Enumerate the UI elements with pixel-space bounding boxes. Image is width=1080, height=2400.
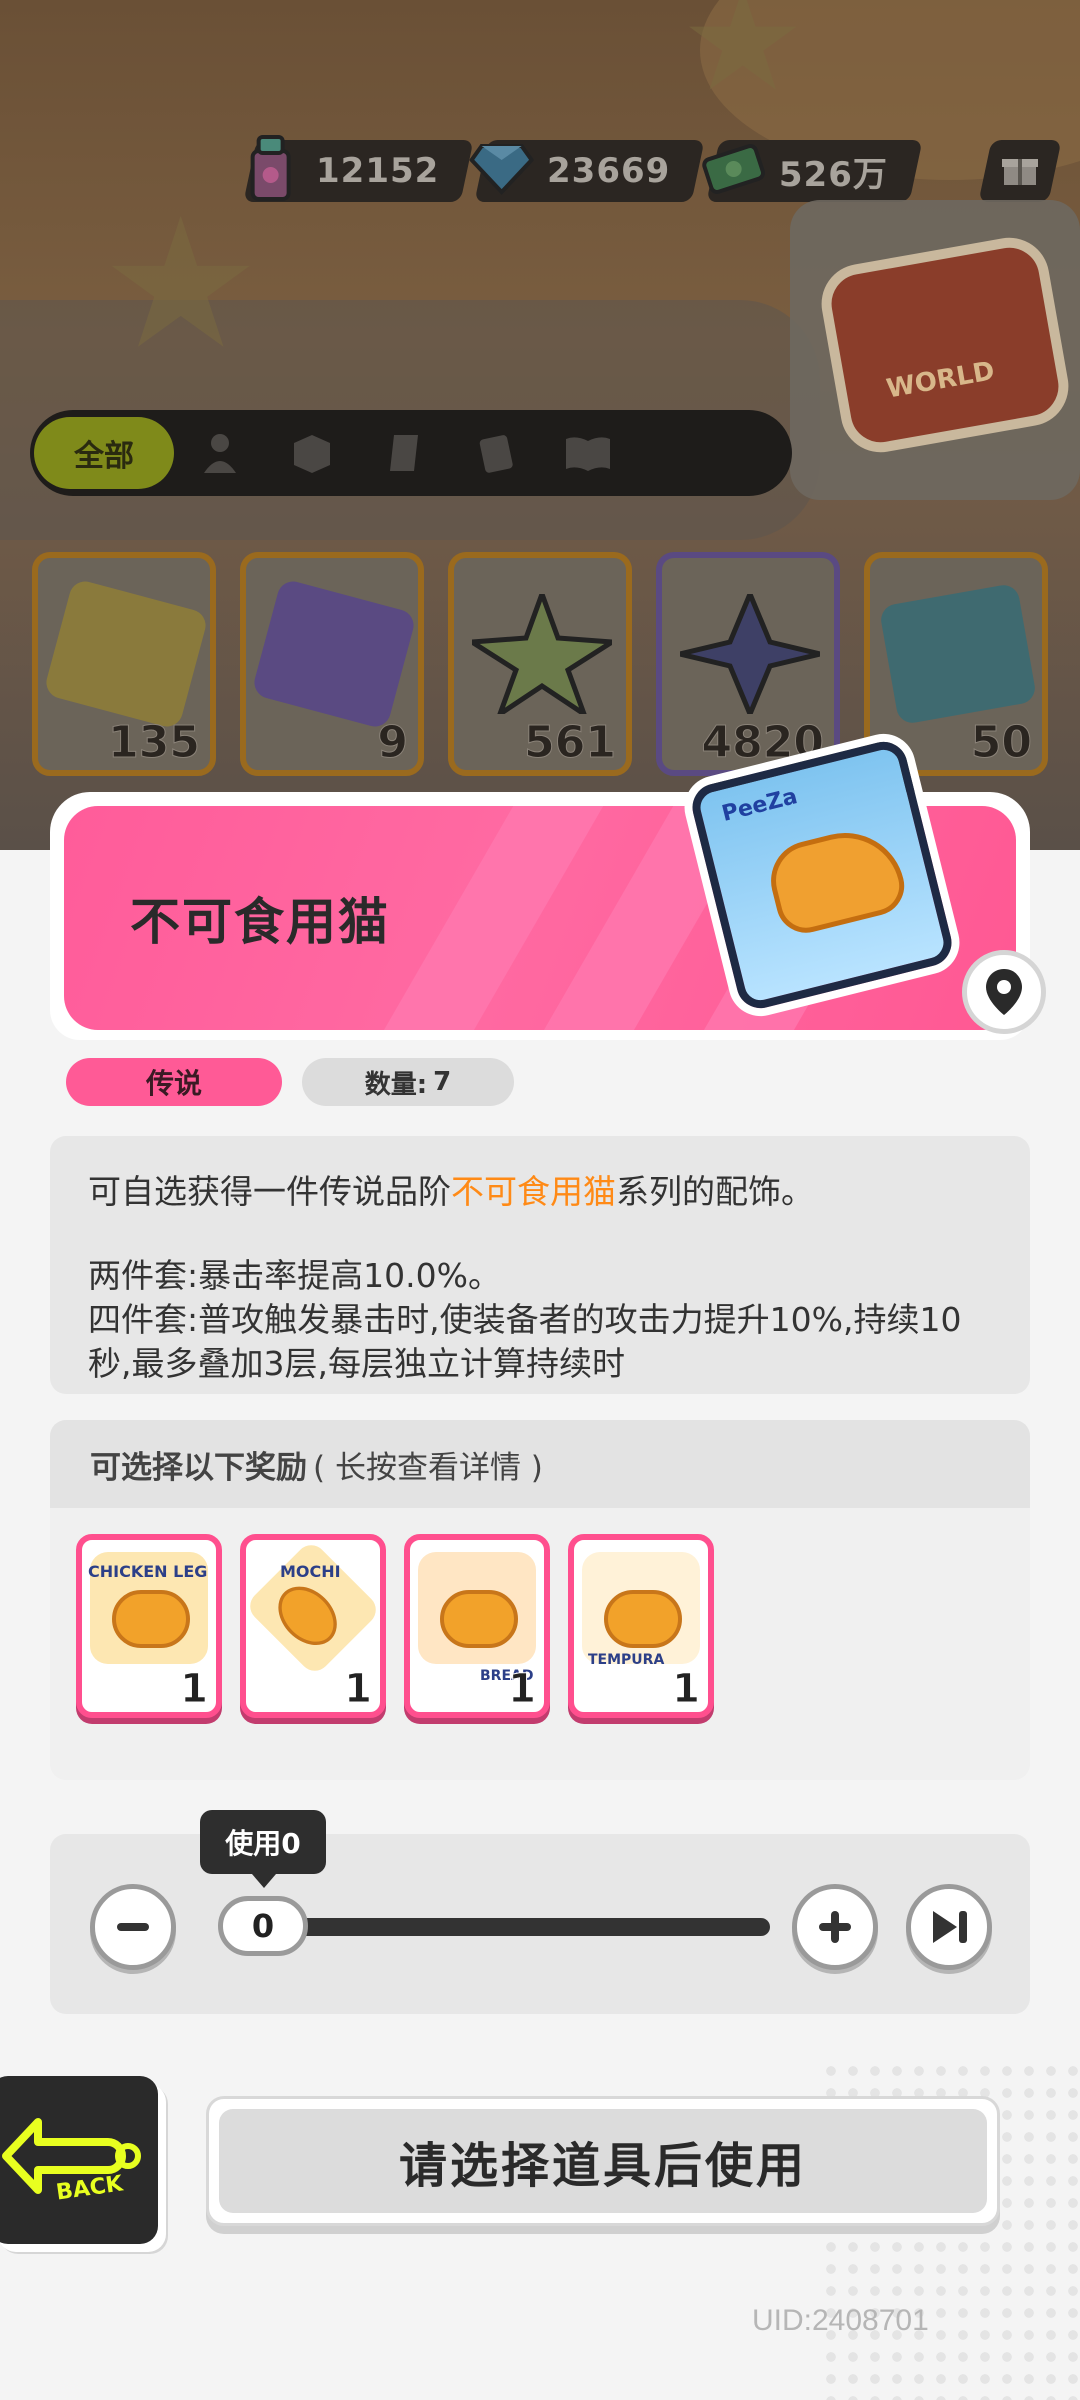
reward-item[interactable]: CHICKEN LEG 1	[76, 1534, 222, 1718]
mochi-icon	[246, 1540, 380, 1678]
tag-icon[interactable]	[358, 417, 450, 489]
star-decoration: ★	[100, 180, 262, 389]
ticket-icon	[42, 577, 210, 731]
pack-brand: PeeZa	[719, 784, 800, 827]
plus-icon	[819, 1911, 851, 1943]
increase-button[interactable]	[792, 1884, 878, 1970]
reward-header: 可选择以下奖励 ( 长按查看详情 )	[50, 1420, 1030, 1508]
person-icon[interactable]	[174, 417, 266, 489]
item-count: 9	[377, 717, 409, 769]
slider-thumb[interactable]: 0	[218, 1896, 308, 1956]
quantity-value: 7	[433, 1067, 452, 1097]
reward-item[interactable]: MOCHI 1	[240, 1534, 386, 1718]
inventory-item[interactable]: 4820	[656, 552, 840, 776]
cube-icon	[878, 582, 1038, 726]
star-crystal-icon	[680, 594, 820, 714]
cat-bread-icon	[418, 1552, 536, 1664]
use-item-button[interactable]: 请选择道具后使用	[206, 2096, 1000, 2226]
slider-tooltip: 使用0	[200, 1810, 326, 1888]
description-line: 可自选获得一件传说品阶不可食用猫系列的配饰。	[88, 1170, 992, 1214]
tab-all[interactable]: 全部	[34, 417, 174, 489]
world-suitcase-icon[interactable]: WORLD	[815, 231, 1075, 459]
use-item-label: 请选择道具后使用	[219, 2109, 987, 2213]
reward-list: CHICKEN LEG 1 MOCHI 1 BREAD 1 TEMPURA 1	[50, 1508, 1030, 1718]
quantity-badge: 数量: 7	[302, 1058, 514, 1106]
category-tab-bar: 全部	[30, 410, 792, 496]
description-text: 可自选获得一件传说品阶	[88, 1172, 451, 1211]
location-button[interactable]	[962, 950, 1046, 1034]
back-button[interactable]: BACK	[0, 2076, 158, 2244]
reward-count: 1	[180, 1666, 209, 1713]
currency-value: 526万	[778, 154, 888, 195]
item-description[interactable]: 可自选获得一件传说品阶不可食用猫系列的配饰。 两件套:暴击率提高10.0%。 四…	[50, 1136, 1030, 1394]
user-id: UID:2408701	[752, 2304, 929, 2337]
max-button[interactable]	[906, 1884, 992, 1970]
reward-hint: ( 长按查看详情 )	[313, 1449, 543, 1486]
currency-bar: 12152 23669 526万	[243, 135, 923, 202]
minus-icon	[117, 1923, 149, 1931]
spray-can-icon	[231, 128, 311, 208]
inventory-item[interactable]: 561	[448, 552, 632, 776]
tempura-icon	[582, 1552, 700, 1664]
inventory-row: 135 9 561 4820 50	[32, 552, 1048, 776]
item-count: 561	[524, 717, 617, 769]
ticket-icon	[250, 577, 418, 731]
currency-diamond[interactable]: 23669	[469, 140, 706, 202]
reward-count: 1	[344, 1666, 373, 1713]
cat-bread-art	[762, 820, 911, 940]
reward-selection-panel: 可选择以下奖励 ( 长按查看详情 ) CHICKEN LEG 1 MOCHI 1…	[50, 1420, 1030, 1780]
decrease-button[interactable]	[90, 1884, 176, 1970]
description-text: 系列的配饰。	[616, 1172, 814, 1211]
book-icon[interactable]	[542, 417, 634, 489]
skip-to-end-icon	[933, 1911, 967, 1943]
set-bonus-2: 两件套:暴击率提高10.0%。	[88, 1256, 501, 1295]
gift-icon	[1000, 149, 1040, 193]
currency-value: 23669	[547, 151, 671, 191]
box-icon[interactable]	[266, 417, 358, 489]
reward-item[interactable]: TEMPURA 1	[568, 1534, 714, 1718]
reward-count: 1	[672, 1666, 701, 1713]
currency-cash[interactable]: 526万	[701, 140, 923, 202]
crystal-icon	[472, 594, 612, 714]
reward-name: TEMPURA	[588, 1652, 665, 1668]
currency-spray[interactable]: 12152	[243, 135, 474, 202]
card-icon[interactable]	[450, 417, 542, 489]
description-highlight: 不可食用猫	[451, 1172, 616, 1211]
item-count: 135	[108, 717, 201, 769]
inventory-item[interactable]: 135	[32, 552, 216, 776]
cash-icon	[693, 128, 773, 208]
gift-button[interactable]	[978, 140, 1062, 202]
reward-name: CHICKEN LEG	[88, 1562, 208, 1581]
slider-track[interactable]	[240, 1918, 770, 1936]
world-label: WORLD	[884, 356, 997, 405]
set-bonus-4: 四件套:普攻触发暴击时,使装备者的攻击力提升10%,持续10秒,最多叠加3层,每…	[88, 1300, 962, 1383]
currency-value: 12152	[316, 151, 440, 191]
star-decoration: ★	[680, 0, 806, 123]
rarity-badge: 传说	[66, 1058, 282, 1106]
diamond-icon	[462, 128, 542, 208]
quantity-label: 数量:	[364, 1069, 428, 1100]
inventory-item[interactable]: 9	[240, 552, 424, 776]
reward-count: 1	[508, 1666, 537, 1713]
reward-name: MOCHI	[280, 1562, 341, 1581]
reward-title: 可选择以下奖励	[90, 1449, 307, 1486]
reward-item[interactable]: BREAD 1	[404, 1534, 550, 1718]
location-pin-icon	[986, 969, 1022, 1015]
item-title: 不可食用猫	[130, 893, 390, 951]
item-count: 50	[970, 717, 1032, 769]
